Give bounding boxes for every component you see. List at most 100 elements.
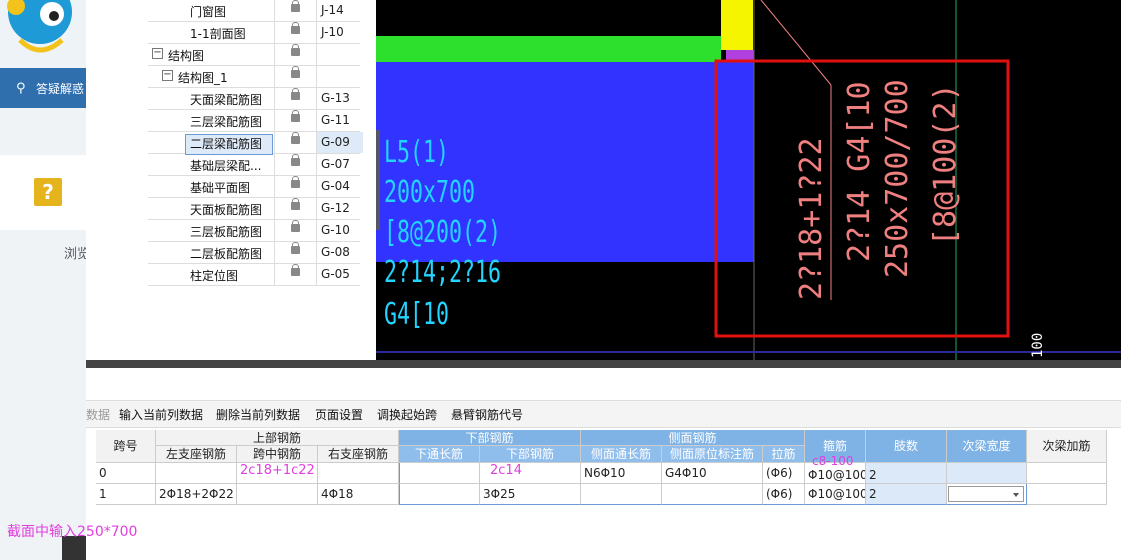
lock-icon[interactable] [291, 22, 300, 34]
tree-row[interactable]: 二层梁配筋图 G-09 [148, 132, 363, 155]
lock-cell[interactable] [274, 44, 317, 65]
toolbar-data-button[interactable]: 数据 [86, 406, 110, 423]
cad-label-r1: 2?18+1?22 [794, 137, 829, 300]
lock-cell[interactable] [274, 132, 317, 153]
lock-icon[interactable] [291, 66, 300, 78]
tree-row[interactable]: 二层板配筋图 G-08 [148, 242, 360, 264]
tree-row[interactable]: 门窗图 J-14 [148, 0, 360, 22]
tree-row-code [316, 66, 363, 87]
cantilever-code-button[interactable]: 悬臂钢筋代号 [451, 406, 523, 423]
col-bottom-bar: 下部钢筋 [480, 446, 581, 463]
lock-icon[interactable] [291, 88, 300, 100]
row1-bottom-through[interactable] [399, 484, 480, 505]
col-secondary-rebar: 次梁加筋 [1027, 430, 1107, 463]
tree-row[interactable]: 三层梁配筋图 G-11 [148, 110, 360, 132]
row0-side-through[interactable]: N6Φ10 [581, 463, 662, 484]
secondary-width-dropdown[interactable] [948, 486, 1024, 502]
lock-cell[interactable] [274, 22, 317, 43]
row1-side-original[interactable] [662, 484, 763, 505]
tree-row[interactable]: − 结构图_1 [148, 66, 360, 88]
pane-splitter[interactable] [86, 360, 1121, 368]
tree-row[interactable]: 天面板配筋图 G-12 [148, 198, 360, 220]
row1-legs[interactable]: 2 [866, 484, 947, 505]
col-right-support: 右支座钢筋 [318, 446, 399, 463]
swap-start-span-button[interactable]: 调换起始跨 [377, 406, 437, 423]
question-icon: ? [34, 178, 62, 206]
cad-canvas[interactable]: L5(1) 200x700 [8@200(2) 2?14;2?16 G4[10 … [376, 0, 1121, 360]
chevron-down-icon[interactable] [1013, 493, 1019, 497]
row1-tie[interactable]: (Φ6) [763, 484, 805, 505]
lock-icon[interactable] [291, 44, 300, 56]
tree-row[interactable]: 基础层梁配... G-07 [148, 154, 360, 176]
tree-row[interactable]: 柱定位图 G-05 [148, 264, 360, 286]
row1-side-through[interactable] [581, 484, 662, 505]
collapse-icon[interactable]: − [162, 70, 173, 81]
row1-mid-span[interactable] [237, 484, 318, 505]
row0-tie[interactable]: (Φ6) [763, 463, 805, 484]
lock-cell[interactable] [274, 242, 317, 263]
input-column-button[interactable]: 输入当前列数据 [119, 406, 203, 423]
row1-secondary-rebar[interactable] [1027, 484, 1107, 505]
row1-secondary-width[interactable] [947, 484, 1027, 505]
lock-cell[interactable] [274, 176, 317, 197]
lock-cell[interactable] [274, 66, 317, 87]
row0-legs[interactable]: 2 [866, 463, 947, 484]
lock-icon[interactable] [291, 198, 300, 210]
lock-cell[interactable] [274, 220, 317, 241]
row1-right-support[interactable]: 4Φ18 [318, 484, 399, 505]
row0-secondary-rebar[interactable] [1027, 463, 1107, 484]
row0-right-support[interactable] [318, 463, 399, 484]
row0-left-support[interactable] [156, 463, 237, 484]
lock-icon[interactable] [291, 110, 300, 122]
tree-row-code: G-07 [316, 154, 363, 175]
tree-row-name: 门窗图 [190, 5, 227, 19]
tree-row-code: J-10 [316, 22, 363, 43]
tree-row[interactable]: − 结构图 [148, 44, 360, 66]
lock-cell[interactable] [274, 88, 317, 109]
lock-cell[interactable] [274, 198, 317, 219]
row0-span[interactable]: 0 [96, 463, 156, 484]
row0-mid-span[interactable]: 2c18+1c22 [237, 463, 318, 484]
collapse-icon[interactable]: − [152, 48, 163, 59]
lock-icon[interactable] [291, 220, 300, 232]
row0-side-original[interactable]: G4Φ10 [662, 463, 763, 484]
tree-row-code [316, 44, 363, 65]
cad-label-r2: 2?14 G4[10 [842, 81, 877, 262]
tree-row[interactable]: 天面梁配筋图 G-13 [148, 88, 360, 110]
lock-cell[interactable] [274, 264, 317, 285]
tree-row[interactable]: 基础平面图 G-04 [148, 176, 360, 198]
lock-icon[interactable] [291, 132, 300, 144]
drawing-tree: 门窗图 J-14 1-1剖面图 J-10− 结构图 − 结构图_1 天面梁配筋图 G-13 三层梁… [86, 0, 377, 360]
lock-icon[interactable] [291, 264, 300, 276]
lock-cell[interactable] [274, 0, 317, 21]
tree-row-name: 天面板配筋图 [190, 203, 263, 217]
lock-cell[interactable] [274, 154, 317, 175]
row1-left-support[interactable]: 2Φ18+2Φ22 [156, 484, 237, 505]
tree-row-code: G-13 [316, 88, 363, 109]
lock-icon[interactable] [291, 0, 300, 12]
lock-icon[interactable] [291, 154, 300, 166]
tree-row-name: 基础层梁配... [190, 159, 262, 173]
cad-label-l2: 200x700 [384, 175, 476, 210]
lock-cell[interactable] [274, 110, 317, 131]
lock-icon[interactable] [291, 176, 300, 188]
row0-bottom-bar[interactable]: 2c14 [480, 463, 581, 484]
delete-column-button[interactable]: 删除当前列数据 [216, 406, 300, 423]
page-setup-button[interactable]: 页面设置 [315, 406, 363, 423]
browse-label: 浏览 [64, 247, 86, 262]
location-pin-icon: ⚲ [16, 81, 26, 96]
lock-icon[interactable] [291, 242, 300, 254]
col-secondary-width: 次梁宽度 [947, 430, 1027, 463]
mascot-icon [7, 0, 72, 53]
tree-row[interactable]: 1-1剖面图 J-10 [148, 22, 360, 44]
tree-row-name: 柱定位图 [190, 269, 239, 283]
row0-secondary-width[interactable] [947, 463, 1027, 484]
nav-faq[interactable]: ⚲ 答疑解惑 [0, 68, 86, 108]
row1-stirrup[interactable]: Φ10@100 [805, 484, 866, 505]
row0-bottom-through[interactable] [399, 463, 480, 484]
cad-green-band [376, 36, 721, 62]
row1-span[interactable]: 1 [96, 484, 156, 505]
row1-bottom-bar[interactable]: 3Φ25 [480, 484, 581, 505]
col-left-support: 左支座钢筋 [156, 446, 237, 463]
tree-row[interactable]: 三层板配筋图 G-10 [148, 220, 360, 242]
